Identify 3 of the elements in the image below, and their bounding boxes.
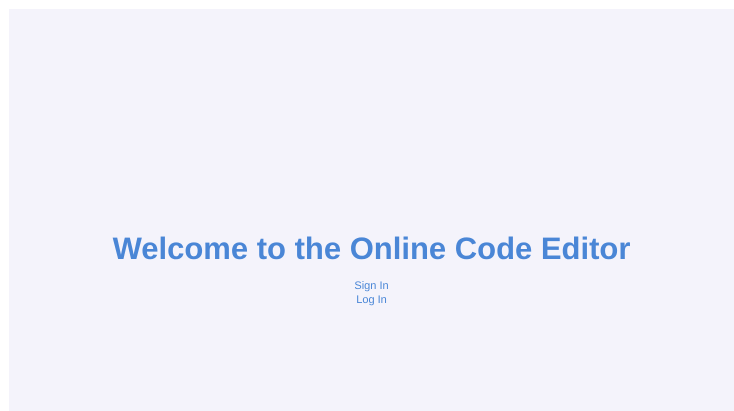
- page-title: Welcome to the Online Code Editor: [112, 231, 630, 267]
- auth-link[interactable]: Sign In: [354, 279, 389, 293]
- auth-link[interactable]: Log In: [356, 293, 387, 307]
